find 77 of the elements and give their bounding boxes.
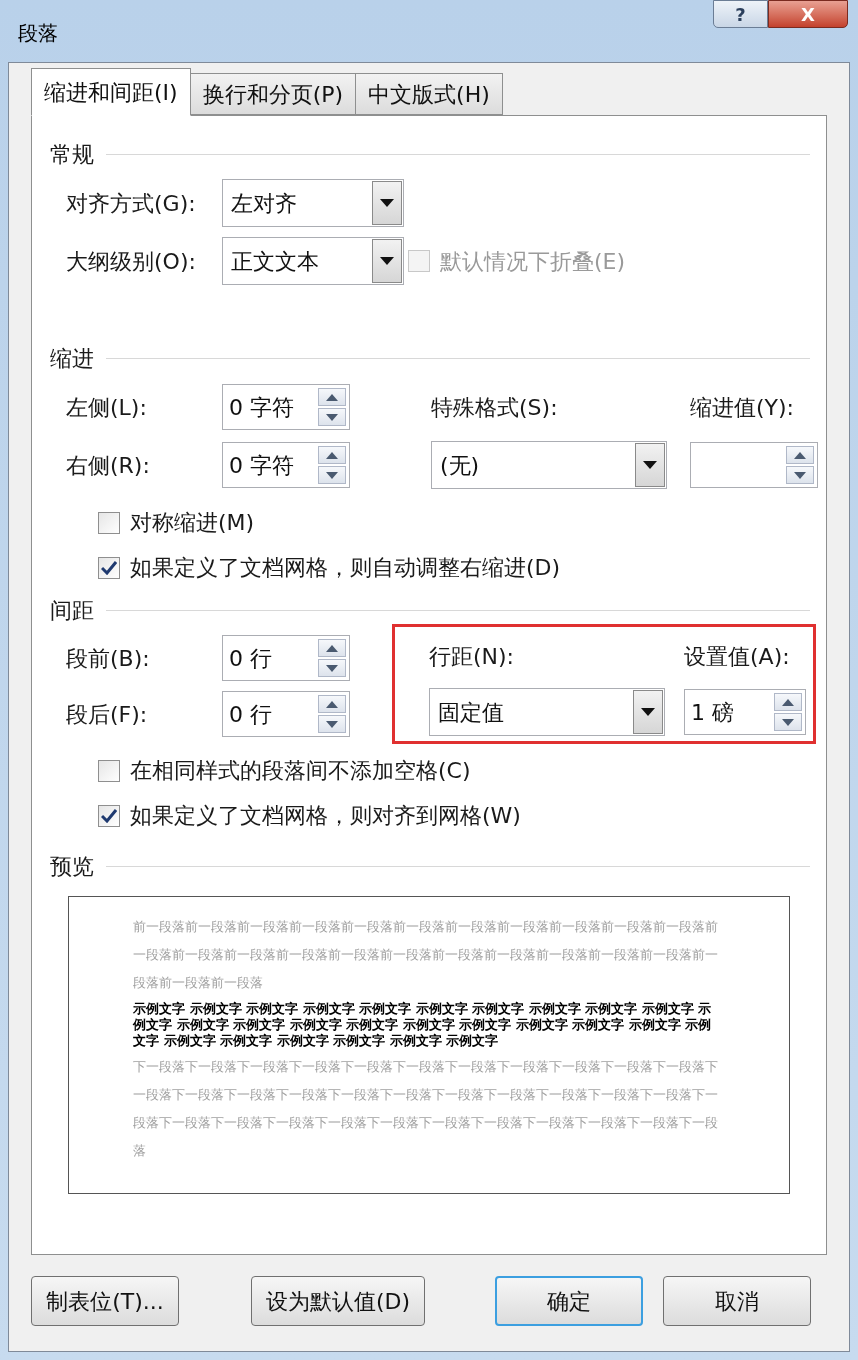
checkbox-label: 默认情况下折叠(E): [440, 247, 626, 276]
check-icon: [101, 560, 117, 575]
field-label: 段后(F):: [66, 700, 149, 729]
field-label: 缩进值(Y):: [690, 393, 796, 422]
tab[interactable]: 换行和分页(P): [190, 73, 357, 115]
down-arrow-icon: [326, 413, 338, 421]
field-label: 设置值(A):: [684, 642, 791, 671]
spin-down-button[interactable]: [318, 659, 346, 677]
tab[interactable]: 缩进和间距(I): [31, 68, 191, 116]
spin-field[interactable]: 0 字符: [222, 442, 350, 488]
caret-icon: [380, 199, 394, 207]
checkbox[interactable]: [98, 511, 120, 534]
help-button[interactable]: ?: [713, 0, 768, 28]
field-label: 行距(N):: [429, 642, 516, 671]
section-title: 预览: [50, 852, 94, 881]
preview-sample-text: 示例文字 示例文字 示例文字 示例文字 示例文字 示例文字 示例文字 示例文字 示例文字 示例文字 示例文字 示例文字 示例文字 示例文字 示例文字 示例文字 示例文字 示例文字 示例文字 示例文字 示例文字 示例文字 示例文字 示例文字 示例文字 示例文字 示例文字: [133, 1001, 713, 1049]
tab[interactable]: 中文版式(H): [356, 73, 503, 115]
dropdown-button[interactable]: [635, 443, 665, 487]
down-arrow-icon: [326, 664, 338, 672]
checkbox-label: 如果定义了文档网格，则对齐到网格(W): [130, 802, 521, 830]
section-title: 缩进: [50, 344, 94, 373]
spin-down-button[interactable]: [786, 466, 814, 484]
dialog-button[interactable]: 取消: [663, 1276, 812, 1326]
spin-up-button[interactable]: [774, 693, 802, 711]
section-title: 间距: [50, 596, 94, 625]
up-arrow-icon: [326, 451, 338, 459]
checkbox[interactable]: [98, 556, 120, 579]
dropdown[interactable]: 正文文本: [222, 237, 404, 285]
field-label: 左侧(L):: [66, 393, 148, 422]
dialog-button[interactable]: 制表位(T)...: [31, 1276, 179, 1326]
dropdown-button[interactable]: [633, 690, 663, 734]
caret-icon: [380, 257, 394, 265]
spin-up-button[interactable]: [786, 446, 814, 464]
spin-field[interactable]: 1 磅: [684, 689, 806, 735]
up-arrow-icon: [326, 700, 338, 708]
field-label: 特殊格式(S):: [431, 393, 559, 422]
spin-up-button[interactable]: [318, 388, 346, 406]
checkbox-label: 在相同样式的段落间不添加空格(C): [130, 757, 471, 785]
dialog-button[interactable]: 设为默认值(D): [251, 1276, 426, 1326]
up-arrow-icon: [326, 393, 338, 401]
up-arrow-icon: [326, 644, 338, 652]
spin-field[interactable]: 0 行: [222, 691, 350, 737]
dropdown[interactable]: 左对齐: [222, 179, 404, 227]
spin-field[interactable]: [690, 442, 818, 488]
spin-down-button[interactable]: [318, 466, 346, 484]
spin-up-button[interactable]: [318, 446, 346, 464]
down-arrow-icon: [782, 718, 794, 726]
spin-up-button[interactable]: [318, 695, 346, 713]
up-arrow-icon: [782, 698, 794, 706]
spin-up-button[interactable]: [318, 639, 346, 657]
dropdown[interactable]: (无): [431, 441, 667, 489]
spin-field[interactable]: 0 行: [222, 635, 350, 681]
spin-down-button[interactable]: [318, 408, 346, 426]
checkbox[interactable]: [98, 804, 120, 827]
checkbox-label: 如果定义了文档网格，则自动调整右缩进(D): [130, 554, 561, 582]
dropdown-button[interactable]: [372, 239, 402, 283]
caret-icon: [641, 708, 655, 716]
check-icon: [101, 808, 117, 823]
down-arrow-icon: [794, 471, 806, 479]
field-label: 段前(B):: [66, 644, 151, 673]
caret-icon: [643, 461, 657, 469]
dropdown-button[interactable]: [372, 181, 402, 225]
spin-field[interactable]: 0 字符: [222, 384, 350, 430]
window-title: 段落: [17, 20, 58, 47]
field-label: 大纲级别(O):: [66, 247, 197, 276]
checkbox[interactable]: [98, 759, 120, 782]
dropdown[interactable]: 固定值: [429, 688, 665, 736]
section-title: 常规: [50, 140, 94, 169]
up-arrow-icon: [794, 451, 806, 459]
spin-down-button[interactable]: [774, 713, 802, 731]
down-arrow-icon: [326, 720, 338, 728]
spin-down-button[interactable]: [318, 715, 346, 733]
checkbox-label: 对称缩进(M): [130, 509, 255, 537]
field-label: 对齐方式(G):: [66, 189, 197, 218]
field-label: 右侧(R):: [66, 451, 151, 480]
down-arrow-icon: [326, 471, 338, 479]
dialog-button[interactable]: 确定: [495, 1276, 644, 1326]
